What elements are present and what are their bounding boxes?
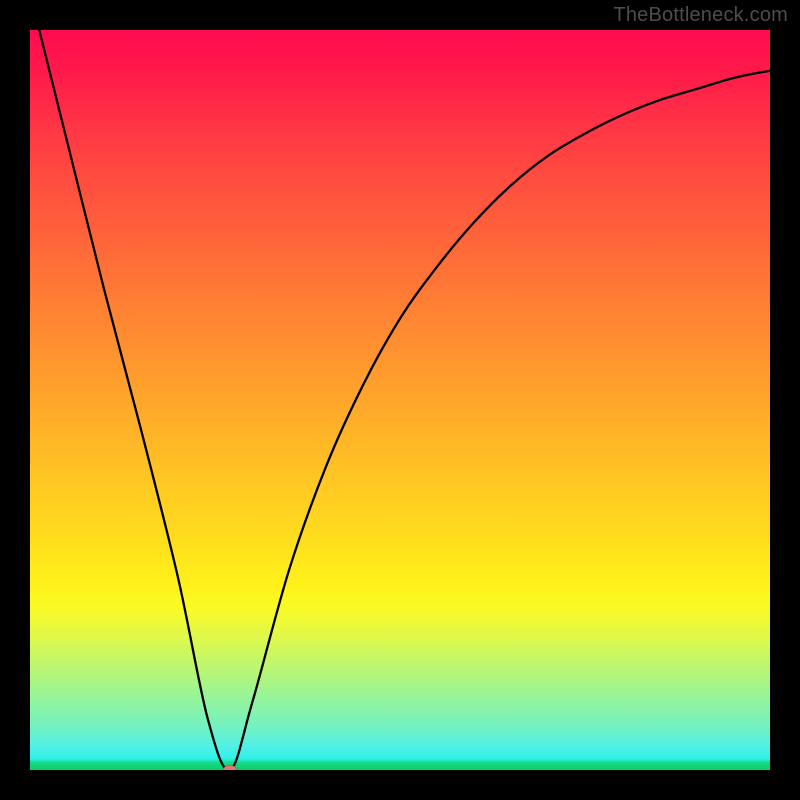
chart-frame: TheBottleneck.com: [0, 0, 800, 800]
curve-svg: [30, 30, 770, 770]
performance-curve: [30, 30, 770, 770]
minimum-point-marker: [223, 765, 237, 770]
attribution-text: TheBottleneck.com: [613, 4, 788, 27]
plot-area: [30, 30, 770, 770]
